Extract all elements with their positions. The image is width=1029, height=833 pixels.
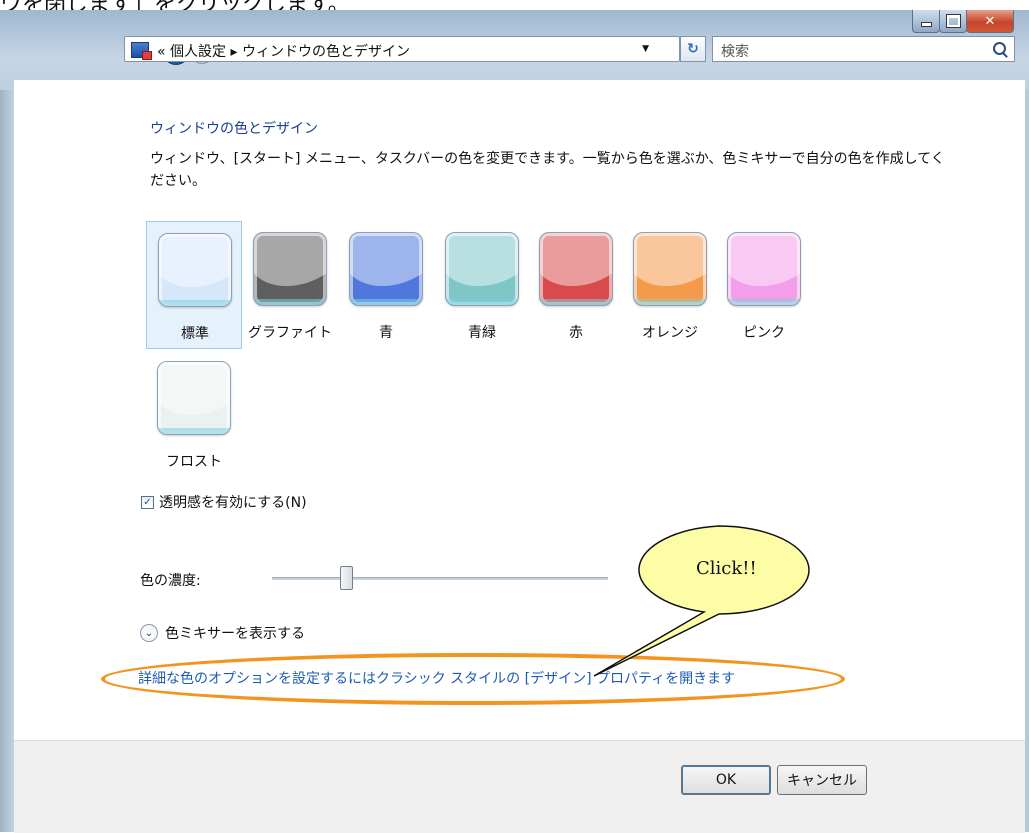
main-content: ウィンドウの色とデザイン ウィンドウ、[スタート] メニュー、タスクバーの色を変… (14, 80, 1025, 740)
close-icon: ✕ (984, 13, 996, 29)
search-placeholder: 検索 (721, 44, 749, 60)
breadcrumb[interactable]: « 個人設定 ▸ ウィンドウの色とデザイン (157, 41, 410, 61)
navigation-bar: ← → ▼ « 個人設定 ▸ ウィンドウの色とデザイン ▼ ↻ 検索 (14, 32, 1029, 78)
close-button[interactable]: ✕ (966, 10, 1014, 33)
window-frame-right (1025, 90, 1029, 832)
address-dropdown-icon[interactable]: ▼ (642, 44, 649, 54)
refresh-icon: ↻ (687, 41, 699, 57)
cancel-button[interactable]: キャンセル (777, 765, 867, 795)
minimize-button[interactable] (912, 10, 940, 33)
search-box[interactable]: 検索 (712, 36, 1015, 62)
maximize-icon (945, 14, 961, 28)
minimize-icon (920, 21, 932, 27)
ok-button[interactable]: OK (681, 765, 771, 795)
window-frame-left (0, 90, 14, 832)
callout-text: Click!! (696, 558, 757, 579)
refresh-button[interactable]: ↻ (680, 36, 706, 62)
control-panel-icon (131, 42, 152, 60)
address-bar[interactable]: « 個人設定 ▸ ウィンドウの色とデザイン ▼ (124, 36, 680, 62)
search-icon[interactable] (993, 42, 1006, 55)
callout-shape (593, 525, 810, 677)
dialog-footer: OK キャンセル (14, 740, 1025, 833)
callout-bubble (593, 525, 810, 677)
maximize-button[interactable] (939, 10, 967, 33)
control-panel-window: ✕ ← → ▼ « 個人設定 ▸ ウィンドウの色とデザイン ▼ ↻ 検索 ウィン… (0, 10, 1029, 833)
